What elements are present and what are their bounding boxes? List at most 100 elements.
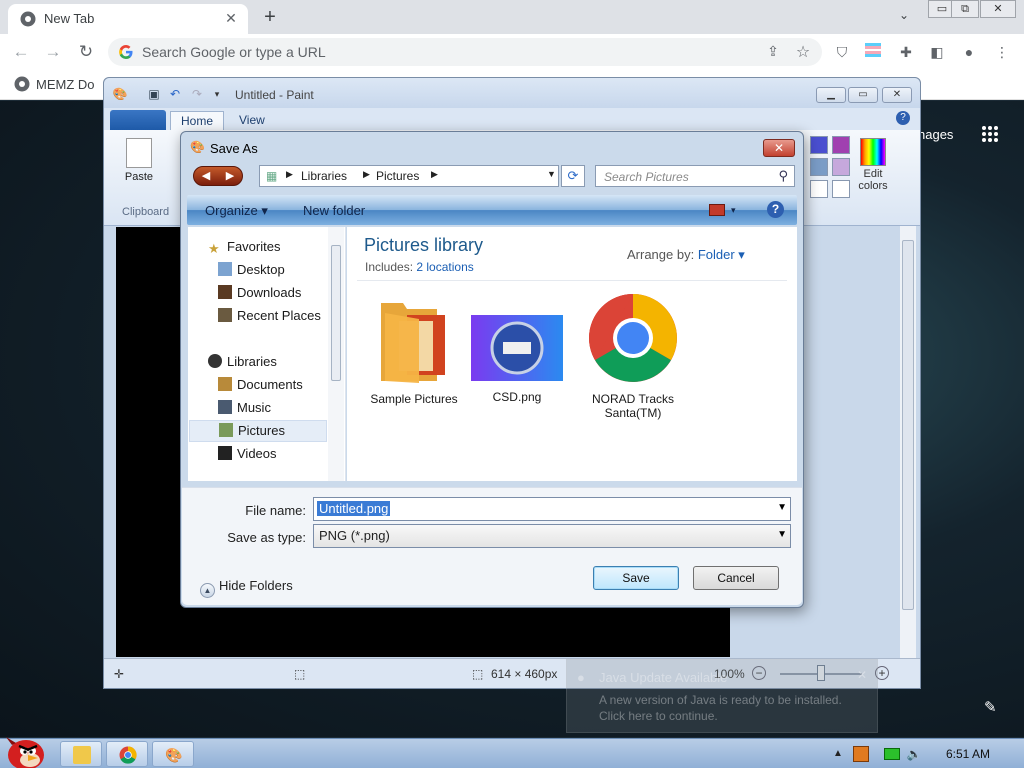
dialog-close-button[interactable]: ✕ (763, 139, 795, 157)
tab-search-chevron-icon[interactable]: ⌄ (894, 8, 914, 28)
tab-home[interactable]: Home (170, 111, 225, 130)
taskbar-chrome-button[interactable] (106, 741, 148, 767)
view-dropdown-icon[interactable]: ▾ (731, 205, 736, 216)
search-pictures-input[interactable]: Search Pictures ⚲ (595, 165, 795, 187)
vertical-scrollbar[interactable] (900, 226, 916, 658)
flag-extension-icon[interactable] (864, 43, 882, 61)
file-item-norad-tracks-santa[interactable]: NORAD Tracks Santa(TM) (577, 293, 689, 420)
nav-libraries[interactable]: Libraries (208, 354, 277, 369)
scrollbar-thumb[interactable] (902, 240, 914, 610)
taskbar-explorer-button[interactable] (60, 741, 102, 767)
back-arrow-icon[interactable]: ◀ (196, 169, 216, 183)
file-item-sample-pictures[interactable]: Sample Pictures (364, 293, 464, 406)
color-swatch[interactable] (810, 158, 828, 176)
change-view-icon[interactable] (709, 204, 725, 216)
undo-icon[interactable]: ↶ (167, 86, 183, 102)
side-panel-icon[interactable]: ◧ (928, 43, 946, 61)
paint-minimize-button[interactable]: ▁ (816, 87, 846, 103)
forward-arrow-icon[interactable]: ▶ (220, 169, 240, 183)
chevron-up-icon: ▲ (200, 583, 215, 598)
breadcrumb-libraries[interactable]: Libraries (301, 169, 347, 183)
save-type-select[interactable]: PNG (*.png) ▼ (313, 524, 791, 548)
paint-close-button[interactable]: ✕ (882, 87, 912, 103)
cancel-button[interactable]: Cancel (693, 566, 779, 590)
color-swatch[interactable] (832, 180, 850, 198)
library-includes: Includes: 2 locations (365, 260, 474, 274)
start-button-angry-bird-icon[interactable] (2, 731, 48, 768)
ntp-images-link[interactable]: nages (918, 127, 953, 142)
address-bar[interactable]: ▦ ▶ Libraries ▶ Pictures ▶ ▼ (259, 165, 559, 187)
profile-avatar-icon[interactable]: ● (960, 43, 978, 61)
paint-menu-button[interactable] (110, 110, 166, 130)
ublock-extension-icon[interactable]: ⛉ (833, 43, 851, 61)
bookmark-memz[interactable]: MEMZ Do (14, 76, 95, 92)
paste-button[interactable]: Paste (122, 138, 156, 183)
tab-view[interactable]: View (229, 111, 275, 130)
save-icon[interactable]: ▣ (146, 86, 162, 102)
breadcrumb-chevron-icon[interactable]: ▶ (286, 169, 293, 180)
volume-icon[interactable]: 🔈 (906, 746, 922, 762)
new-folder-button[interactable]: New folder (303, 203, 365, 218)
nav-favorites[interactable]: ★ Favorites (208, 239, 280, 256)
taskbar-clock[interactable]: 6:51 AM (946, 747, 990, 761)
java-tray-icon[interactable] (853, 746, 869, 762)
paint-maximize-button[interactable]: ▭ (848, 87, 878, 103)
nav-documents[interactable]: Documents (218, 377, 303, 392)
browser-tab-new-tab[interactable]: New Tab ✕ (8, 4, 248, 34)
breadcrumb-pictures[interactable]: Pictures (376, 169, 419, 183)
file-item-csd-png[interactable]: CSD.png (467, 293, 567, 404)
color-swatch[interactable] (832, 158, 850, 176)
color-swatch[interactable] (810, 136, 828, 154)
google-apps-icon[interactable] (982, 126, 998, 142)
dialog-titlebar: 🎨 Save As ✕ (181, 132, 803, 162)
refresh-icon[interactable]: ⟳ (561, 165, 585, 187)
close-tab-icon[interactable]: ✕ (222, 9, 240, 27)
scrollbar-thumb[interactable] (331, 245, 341, 381)
search-icon[interactable]: ⚲ (778, 168, 788, 184)
organize-button[interactable]: Organize ▾ (205, 203, 268, 219)
hide-folders-button[interactable]: ▲ Hide Folders (200, 578, 293, 598)
nav-recent-places[interactable]: Recent Places (218, 308, 321, 323)
nav-videos[interactable]: Videos (218, 446, 277, 461)
breadcrumb-chevron-icon[interactable]: ▶ (431, 169, 438, 180)
file-name-input[interactable]: Untitled.png ▼ (313, 497, 791, 521)
help-icon[interactable]: ? (896, 111, 910, 125)
taskbar-paint-button[interactable]: 🎨 (152, 741, 194, 767)
redo-icon[interactable]: ↷ (189, 86, 205, 102)
forward-arrow-icon[interactable]: → (42, 41, 64, 63)
paint-app-icon: 🎨 (112, 87, 128, 101)
chevron-down-icon[interactable]: ▼ (777, 529, 787, 540)
extensions-puzzle-icon[interactable]: ✚ (897, 43, 915, 61)
nav-downloads[interactable]: Downloads (218, 285, 301, 300)
color-swatch[interactable] (810, 180, 828, 198)
omnibox[interactable]: Search Google or type a URL ⇪ ☆ (108, 38, 822, 66)
share-icon[interactable]: ⇪ (764, 43, 782, 61)
chevron-down-icon[interactable]: ▼ (777, 502, 787, 513)
close-window-button[interactable]: ✕ (980, 0, 1016, 18)
locations-link[interactable]: 2 locations (416, 260, 473, 274)
help-icon[interactable]: ? (767, 201, 784, 218)
edit-colors-button[interactable]: Edit colors (856, 138, 890, 192)
nav-pane-scrollbar[interactable] (328, 227, 344, 481)
arrange-dropdown[interactable]: Folder ▾ (698, 247, 745, 262)
java-update-notification[interactable]: ● Java Update Available A new version of… (566, 659, 878, 733)
customize-toolbar-icon[interactable]: ▾ (209, 86, 225, 102)
nav-music[interactable]: Music (218, 400, 271, 415)
save-button[interactable]: Save (593, 566, 679, 590)
network-icon[interactable] (884, 748, 900, 760)
address-dropdown-icon[interactable]: ▼ (547, 169, 556, 179)
new-tab-button[interactable]: + (258, 6, 282, 30)
color-swatch[interactable] (832, 136, 850, 154)
customize-pencil-icon[interactable]: ✎ (984, 698, 997, 716)
browser-menu-icon[interactable]: ⋮ (993, 43, 1011, 61)
nav-desktop[interactable]: Desktop (218, 262, 285, 277)
show-hidden-icons-icon[interactable]: ▲ (830, 746, 846, 762)
taskbar: 🎨 ▲ 🔈 6:51 AM (0, 737, 1024, 768)
back-arrow-icon[interactable]: ← (10, 41, 32, 63)
breadcrumb-chevron-icon[interactable]: ▶ (363, 169, 370, 180)
bookmark-star-icon[interactable]: ☆ (794, 42, 812, 61)
reload-icon[interactable]: ↻ (75, 41, 97, 63)
nav-pictures[interactable]: Pictures (189, 420, 327, 442)
close-icon[interactable]: ✕ (857, 668, 867, 682)
restore-window-button[interactable]: ⧉ (951, 0, 979, 18)
